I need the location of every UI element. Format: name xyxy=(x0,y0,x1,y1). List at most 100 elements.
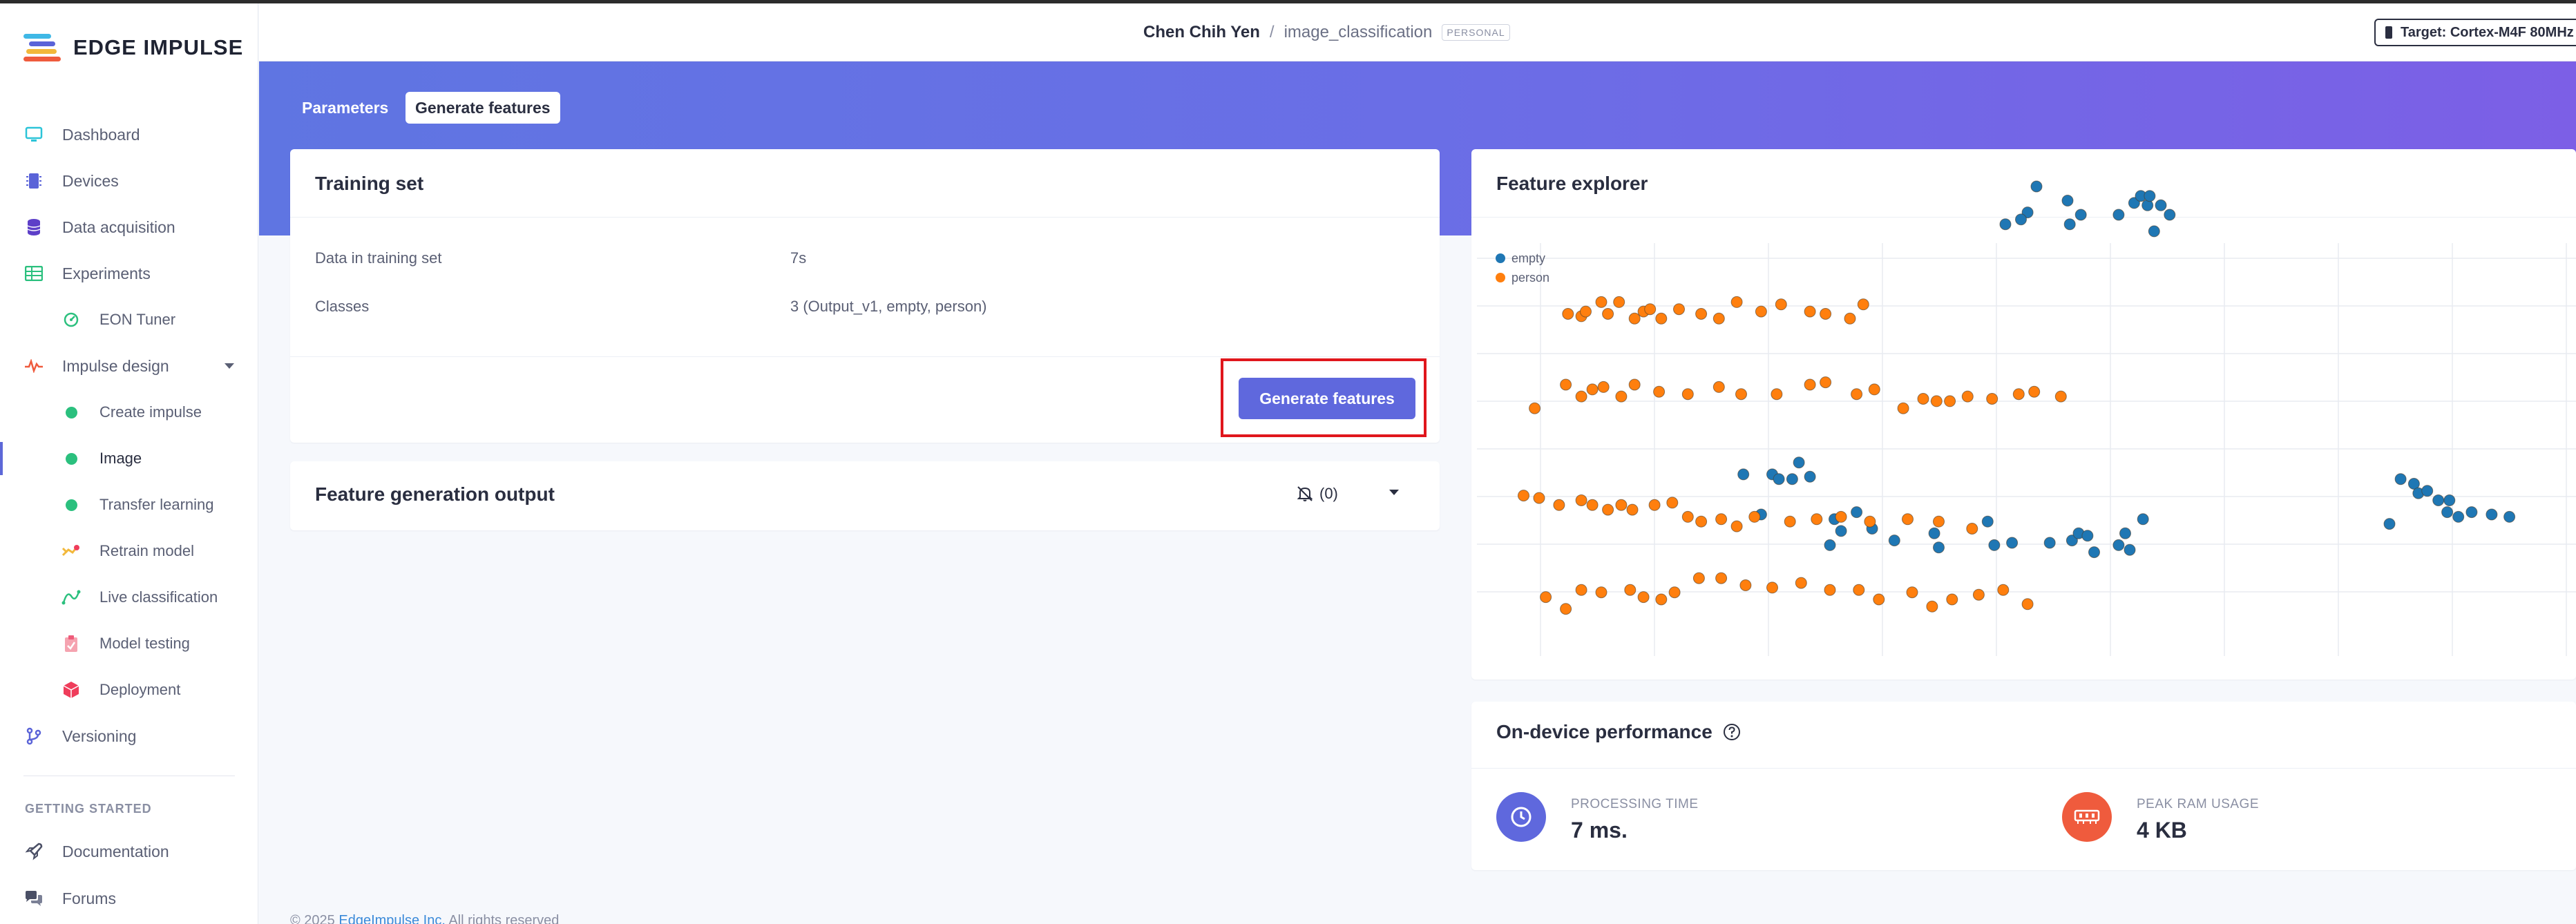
scatter-point-empty[interactable] xyxy=(1786,473,1798,485)
feature-explorer-chart[interactable]: empty person xyxy=(1471,149,2576,680)
scatter-point-person[interactable] xyxy=(1755,305,1767,318)
scatter-point-person[interactable] xyxy=(1715,513,1728,526)
sidebar-item-devices[interactable]: Devices xyxy=(0,160,257,202)
scatter-point-empty[interactable] xyxy=(1851,506,1863,519)
scatter-point-person[interactable] xyxy=(1529,402,1541,414)
scatter-point-person[interactable] xyxy=(1873,593,1885,606)
scatter-point-person[interactable] xyxy=(1784,515,1796,528)
scatter-point-empty[interactable] xyxy=(2015,213,2027,226)
scatter-point-person[interactable] xyxy=(1648,499,1661,511)
scatter-point-person[interactable] xyxy=(1681,510,1694,523)
scatter-point-person[interactable] xyxy=(1673,303,1685,316)
scatter-point-person[interactable] xyxy=(1775,298,1787,311)
scatter-point-person[interactable] xyxy=(1602,503,1614,516)
scatter-point-person[interactable] xyxy=(1562,308,1574,320)
scatter-point-empty[interactable] xyxy=(2164,209,2176,221)
scatter-point-person[interactable] xyxy=(1595,296,1607,308)
target-device-button[interactable]: Target: Cortex-M4F 80MHz xyxy=(2374,19,2576,46)
scatter-point-empty[interactable] xyxy=(2503,510,2516,523)
scatter-point-empty[interactable] xyxy=(1981,515,1994,528)
chart-legend[interactable]: empty person xyxy=(1496,251,1549,285)
scatter-point-empty[interactable] xyxy=(1933,541,1945,554)
scatter-point-person[interactable] xyxy=(1748,510,1761,523)
scatter-point-person[interactable] xyxy=(1637,591,1650,604)
scatter-point-person[interactable] xyxy=(1692,572,1705,584)
scatter-point-person[interactable] xyxy=(1857,298,1869,311)
scatter-point-empty[interactable] xyxy=(2443,494,2456,506)
scatter-point-person[interactable] xyxy=(1580,305,1592,318)
scatter-point-person[interactable] xyxy=(1628,312,1641,325)
brand-logo[interactable]: EDGE IMPULSE xyxy=(23,32,243,63)
scatter-point-person[interactable] xyxy=(1586,499,1599,511)
breadcrumb-project[interactable]: image_classification xyxy=(1284,23,1433,42)
sidebar-item-deployment[interactable]: Deployment xyxy=(0,669,257,711)
scatter-point-person[interactable] xyxy=(1804,378,1816,391)
scatter-point-empty[interactable] xyxy=(1793,456,1805,469)
sidebar-item-retrain-model[interactable]: Retrain model xyxy=(0,530,257,572)
scatter-point-person[interactable] xyxy=(1739,579,1752,591)
scatter-point-person[interactable] xyxy=(1695,308,1708,320)
scatter-point-person[interactable] xyxy=(1712,312,1725,325)
scatter-point-person[interactable] xyxy=(1946,593,1958,606)
scatter-point-empty[interactable] xyxy=(2137,513,2149,526)
sidebar-item-impulse-design[interactable]: Impulse design xyxy=(0,345,257,387)
sidebar-item-model-testing[interactable]: Model testing xyxy=(0,623,257,664)
scatter-point-person[interactable] xyxy=(1560,603,1572,615)
scatter-point-person[interactable] xyxy=(1518,490,1529,502)
scatter-point-person[interactable] xyxy=(1926,600,1938,613)
scatter-point-person[interactable] xyxy=(1628,378,1641,391)
scatter-point-person[interactable] xyxy=(1844,312,1856,325)
sidebar-item-forums[interactable]: Forums xyxy=(0,878,257,919)
scatter-point-person[interactable] xyxy=(1615,499,1628,511)
sidebar-item-data-acquisition[interactable]: Data acquisition xyxy=(0,206,257,248)
sidebar-item-transfer-learning[interactable]: Transfer learning xyxy=(0,484,257,526)
scatter-point-empty[interactable] xyxy=(1888,535,1900,547)
scatter-point-person[interactable] xyxy=(1997,584,2010,596)
scatter-point-person[interactable] xyxy=(1655,312,1668,325)
scatter-point-person[interactable] xyxy=(1930,395,1943,407)
breadcrumb-user[interactable]: Chen Chih Yen xyxy=(1143,23,1260,42)
scatter-point-person[interactable] xyxy=(1820,376,1832,389)
scatter-point-person[interactable] xyxy=(1626,503,1639,516)
scatter-point-empty[interactable] xyxy=(2112,539,2125,551)
scatter-point-person[interactable] xyxy=(1851,388,1863,401)
sidebar-item-experiments[interactable]: Experiments xyxy=(0,253,257,294)
scatter-point-person[interactable] xyxy=(1868,383,1880,396)
scatter-point-person[interactable] xyxy=(2012,388,2025,401)
scatter-point-empty[interactable] xyxy=(2061,195,2074,206)
scatter-point-person[interactable] xyxy=(1597,381,1610,393)
help-circle-icon[interactable] xyxy=(1722,722,1742,742)
scatter-point-person[interactable] xyxy=(1771,388,1783,401)
scatter-point-empty[interactable] xyxy=(1928,527,1940,539)
sidebar-item-eon-tuner[interactable]: EON Tuner xyxy=(0,299,257,340)
scatter-point-empty[interactable] xyxy=(2119,527,2131,539)
sidebar-item-live-classification[interactable]: Live classification xyxy=(0,577,257,618)
scatter-point-person[interactable] xyxy=(1712,381,1725,393)
scatter-point-person[interactable] xyxy=(1730,296,1743,308)
scatter-point-person[interactable] xyxy=(1575,584,1587,596)
scatter-point-person[interactable] xyxy=(1560,378,1572,391)
scatter-point-person[interactable] xyxy=(1735,388,1747,401)
scatter-point-empty[interactable] xyxy=(2088,546,2100,559)
scatter-point-empty[interactable] xyxy=(2383,518,2396,530)
scatter-point-empty[interactable] xyxy=(2452,510,2465,523)
scatter-point-person[interactable] xyxy=(1835,510,1847,523)
scatter-point-person[interactable] xyxy=(1972,588,1985,601)
tab-parameters[interactable]: Parameters xyxy=(292,92,398,124)
scatter-point-empty[interactable] xyxy=(1824,539,1836,551)
scatter-point-empty[interactable] xyxy=(1999,218,2012,231)
scatter-point-person[interactable] xyxy=(1795,577,1807,589)
scatter-point-person[interactable] xyxy=(1602,308,1614,320)
scatter-point-person[interactable] xyxy=(1715,572,1728,584)
scatter-point-person[interactable] xyxy=(1917,393,1929,405)
scatter-point-person[interactable] xyxy=(1966,523,1978,535)
scatter-point-person[interactable] xyxy=(1902,513,1914,526)
scatter-point-person[interactable] xyxy=(1864,515,1876,528)
scatter-point-empty[interactable] xyxy=(1804,470,1816,483)
scatter-point-empty[interactable] xyxy=(2432,494,2445,506)
sidebar-item-create-impulse[interactable]: Create impulse xyxy=(0,392,257,433)
scatter-point-person[interactable] xyxy=(1824,584,1836,596)
sidebar-item-versioning[interactable]: Versioning xyxy=(0,715,257,757)
scatter-point-person[interactable] xyxy=(1533,492,1545,504)
scatter-point-person[interactable] xyxy=(1615,390,1628,403)
